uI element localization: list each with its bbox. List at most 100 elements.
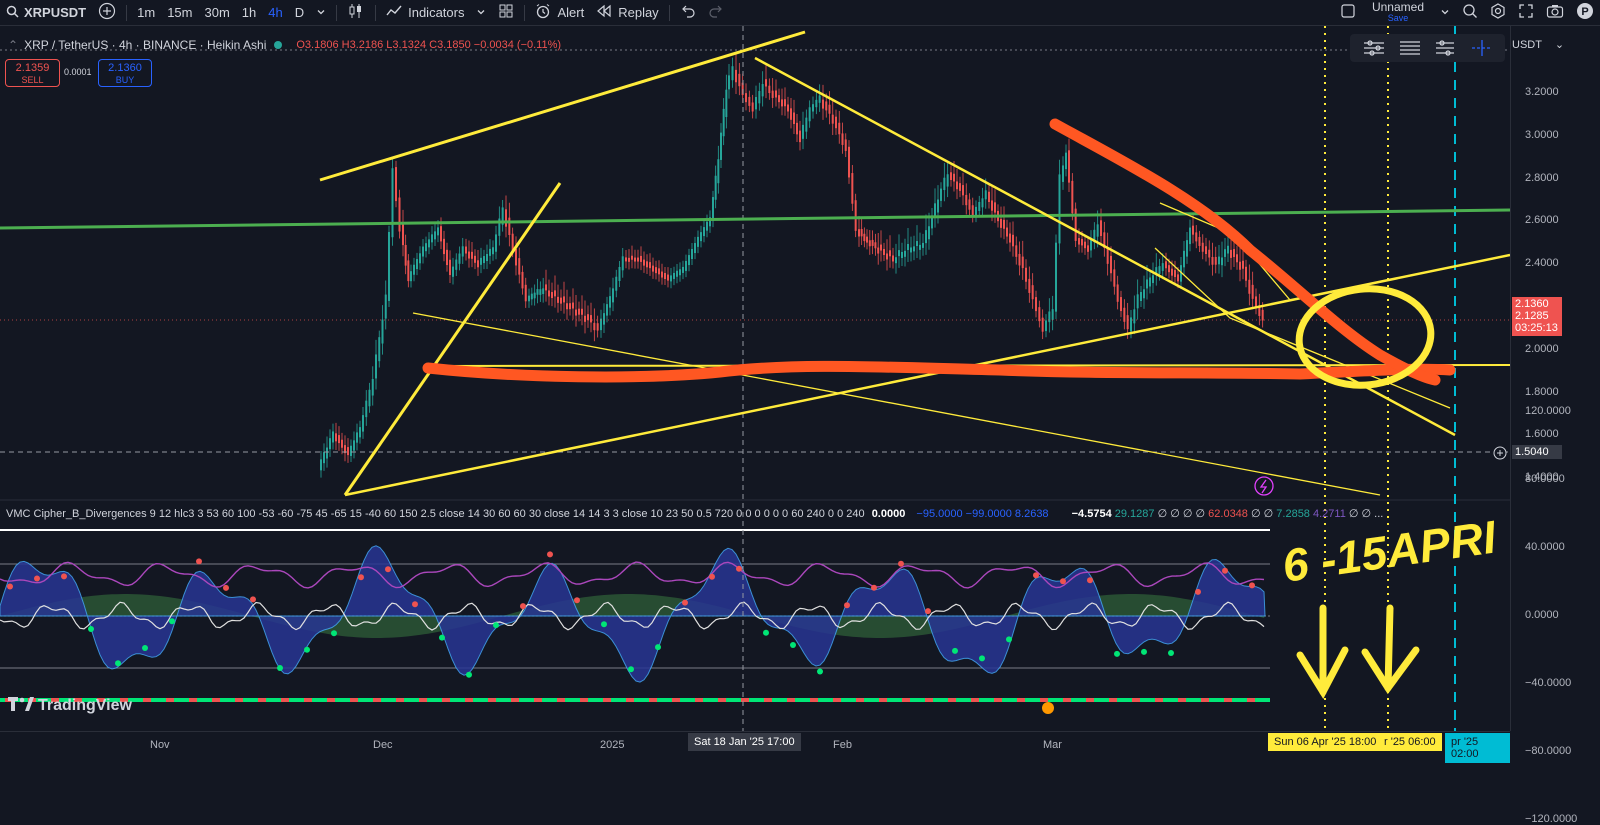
candle-body <box>1168 265 1170 273</box>
interval-15m[interactable]: 15m <box>161 0 198 25</box>
candle-body <box>419 253 421 264</box>
candle-body <box>1116 284 1119 302</box>
toolbar-right: Unnamed Save P <box>1334 0 1600 25</box>
settings-button[interactable] <box>1484 0 1512 25</box>
alarm-clock-icon <box>535 3 551 22</box>
alert-button[interactable]: Alert <box>529 0 590 25</box>
chart-type-button[interactable] <box>341 0 371 25</box>
divider <box>375 4 377 21</box>
layout-checkbox[interactable] <box>1334 0 1362 25</box>
fullscreen-button[interactable] <box>1512 0 1540 25</box>
publish-button[interactable]: P <box>1570 0 1600 25</box>
candle-body <box>326 447 328 459</box>
candle-body <box>1130 317 1132 332</box>
candle-body <box>863 233 866 242</box>
candle-body <box>341 439 343 448</box>
osc-bottom-bar-segment <box>833 698 841 702</box>
candle-body <box>965 194 968 206</box>
templates-button[interactable] <box>492 0 520 25</box>
tv-logo-text: TradingView <box>38 697 132 714</box>
candle-body <box>953 173 955 182</box>
ohlc-low: L3.1324 <box>386 39 427 51</box>
symbol-search[interactable]: XRPUSDT <box>0 0 92 25</box>
candle-body <box>458 253 461 264</box>
price-axis[interactable]: 3.20003.00002.80002.60002.40002.20002.00… <box>1510 26 1600 825</box>
candle-body <box>720 132 722 160</box>
candle-body <box>946 174 949 187</box>
interval-1d[interactable]: D <box>289 0 310 25</box>
osc-signal-dot <box>88 626 94 632</box>
candle-body <box>714 175 717 200</box>
candle-body <box>575 309 577 316</box>
candle-body <box>1087 245 1089 252</box>
layout-dropdown[interactable] <box>1434 0 1456 25</box>
layout-name[interactable]: Unnamed Save <box>1372 1 1424 24</box>
snapshot-button[interactable] <box>1540 0 1570 25</box>
indicators-button[interactable]: Indicators <box>380 0 470 25</box>
candles-icon <box>347 2 365 23</box>
candle-body <box>1071 180 1074 214</box>
replay-button[interactable]: Replay <box>590 0 664 25</box>
osc-signal-dot <box>7 583 13 590</box>
candle-body <box>368 389 371 407</box>
compare-symbol-button[interactable] <box>92 0 122 25</box>
osc-bottom-bar-segment <box>580 698 588 702</box>
undo-button[interactable] <box>674 0 702 25</box>
candle-body <box>874 242 877 249</box>
candle-body <box>533 292 536 299</box>
indicators-dropdown[interactable] <box>470 0 492 25</box>
tv-logo-icon <box>8 697 34 715</box>
candle-body <box>703 227 705 237</box>
buy-button[interactable]: 2.1360 BUY <box>98 59 152 87</box>
interval-1m[interactable]: 1m <box>131 0 161 25</box>
last-price-2: 2.1285 <box>1515 310 1549 322</box>
candle-body <box>449 259 451 276</box>
osc-bottom-bar-segment <box>143 698 151 702</box>
candle-body <box>443 238 445 255</box>
interval-1h[interactable]: 1h <box>236 0 262 25</box>
candle-body <box>907 244 909 251</box>
redo-button[interactable] <box>702 0 730 25</box>
osc-signal-dot <box>736 565 742 572</box>
candle-body <box>1009 233 1011 243</box>
add-alert-plus-icon[interactable] <box>1493 446 1507 465</box>
candle-body <box>1081 238 1083 246</box>
currency-selector[interactable]: USDT ⌄ <box>1512 38 1564 51</box>
time-label-mar: Mar <box>1043 739 1062 751</box>
osc-signal-dot <box>1114 650 1120 657</box>
candle-body <box>652 265 654 272</box>
chart-canvas[interactable]: 6 -15APRI <box>0 26 1510 731</box>
candle-body <box>1233 249 1235 258</box>
time-axis[interactable]: Nov Dec 2025 Feb Mar Sat 18 Jan '25 17:0… <box>0 731 1510 763</box>
candle-body <box>425 243 427 252</box>
interval-4h[interactable]: 4h <box>262 0 288 25</box>
candle-body <box>518 258 521 275</box>
candle-body <box>350 445 352 456</box>
candle-body <box>1113 269 1116 287</box>
candle-body <box>781 99 783 107</box>
candle-body <box>919 244 921 250</box>
candle-body <box>335 433 337 442</box>
osc-bottom-bar-segment <box>511 698 519 702</box>
candle-body <box>676 270 678 277</box>
candle-body <box>748 96 751 106</box>
interval-30m[interactable]: 30m <box>198 0 235 25</box>
chevron-collapse-icon[interactable]: ⌃ <box>8 38 18 52</box>
candle-body <box>584 315 586 322</box>
layout-save-status: Save <box>1387 12 1409 23</box>
osc-signal-dot <box>493 622 499 629</box>
candle-body <box>563 296 565 303</box>
candle-body <box>1174 270 1176 278</box>
tradingview-logo[interactable]: TradingView <box>8 697 132 715</box>
gear-icon <box>1490 3 1506 22</box>
candle-body <box>925 230 927 244</box>
candle-body <box>395 167 397 202</box>
quick-search-button[interactable] <box>1456 0 1484 25</box>
candle-body <box>928 226 930 240</box>
osc-bottom-bar-segment <box>465 698 473 702</box>
ind-value-6: 29.1287 <box>1114 508 1155 520</box>
sell-button[interactable]: 2.1359 SELL <box>5 59 60 87</box>
ind-value-1: 0.0000 <box>871 508 906 520</box>
interval-dropdown[interactable] <box>310 0 332 25</box>
ohlc-open: O3.1806 <box>296 39 339 51</box>
